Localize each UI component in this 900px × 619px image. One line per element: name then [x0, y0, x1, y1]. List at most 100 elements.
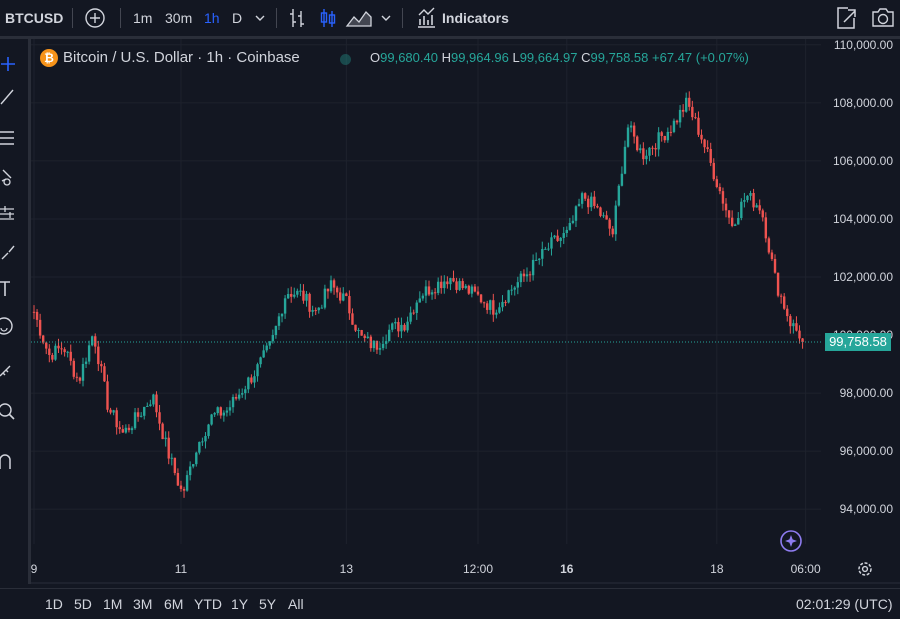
price-tick-label: 98,000.00: [840, 386, 894, 400]
utc-clock[interactable]: 02:01:29 (UTC): [796, 589, 892, 616]
candle-body: [801, 338, 804, 343]
candle-body: [146, 405, 149, 407]
candle-body: [712, 162, 715, 180]
change-value: +67.47 (+0.07%): [652, 50, 749, 65]
candle-body: [277, 316, 281, 326]
interval-1h[interactable]: 1h: [204, 0, 220, 36]
candle-body: [642, 148, 645, 160]
interval-1m[interactable]: 1m: [133, 0, 152, 36]
price-tick-label: 94,000.00: [840, 502, 894, 516]
compare-add-icon[interactable]: [84, 0, 106, 36]
range-5y[interactable]: 5Y: [259, 589, 276, 616]
candle-body: [427, 286, 431, 295]
range-1y[interactable]: 1Y: [231, 589, 248, 616]
candle-body: [210, 414, 213, 425]
price-chart[interactable]: 94,000.0096,000.0098,000.00100,000.00102…: [31, 39, 900, 588]
candle-body: [449, 278, 452, 285]
candle-body: [703, 139, 706, 148]
candle-body: [66, 351, 69, 353]
candle-body: [559, 237, 562, 241]
candle-body: [103, 366, 106, 382]
range-3m[interactable]: 3M: [133, 589, 152, 616]
toolbar-divider: [120, 8, 121, 28]
candle-body: [228, 407, 232, 411]
interval-30m[interactable]: 30m: [165, 0, 192, 36]
candle-body: [681, 109, 685, 112]
candle-body: [283, 298, 287, 314]
candle-body: [467, 285, 471, 294]
range-1m[interactable]: 1M: [103, 589, 122, 616]
candle-body: [286, 294, 290, 299]
candle-body: [207, 424, 210, 437]
bar-style-icon[interactable]: [287, 0, 307, 36]
candle-body: [688, 97, 691, 107]
brush-icon[interactable]: [0, 165, 16, 187]
ruler-icon[interactable]: [0, 361, 16, 383]
price-tick-label: 96,000.00: [840, 444, 894, 458]
brush-tool-icon[interactable]: [0, 241, 16, 263]
zoom-in-icon[interactable]: [0, 401, 16, 423]
candle-body: [685, 97, 688, 112]
candle-body: [782, 296, 786, 309]
candle-body: [222, 412, 226, 416]
candle-body: [136, 412, 140, 417]
candle-body: [482, 302, 486, 304]
candle-body: [342, 293, 345, 301]
time-tick-label: 9: [31, 562, 38, 576]
range-all[interactable]: All: [288, 589, 304, 616]
candle-body: [296, 290, 299, 295]
candle-body: [522, 273, 526, 277]
candle-body: [718, 186, 722, 192]
candle-body: [568, 223, 572, 230]
interval-d[interactable]: D: [232, 0, 242, 36]
time-axis: 9 11 13 12:00 16 18 06:00: [31, 562, 821, 576]
emoji-icon[interactable]: [0, 315, 16, 337]
candle-body: [626, 127, 630, 147]
candle-body: [547, 248, 550, 250]
candle-body: [170, 457, 173, 459]
candle-body: [185, 475, 189, 491]
market-status-icon[interactable]: [340, 54, 351, 65]
sparkle-assistant-icon[interactable]: [780, 530, 802, 552]
candle-body: [198, 441, 201, 453]
fib-retracement-icon[interactable]: [0, 127, 16, 149]
time-tick-label: 18: [710, 562, 724, 576]
candle-body: [87, 345, 91, 362]
indicators-button[interactable]: Indicators: [442, 0, 509, 36]
candle-body: [660, 132, 663, 136]
candles-style-icon[interactable]: [318, 0, 338, 36]
candle-body: [155, 394, 158, 413]
candle-body: [424, 286, 428, 296]
trend-line-icon[interactable]: [0, 85, 16, 107]
range-6m[interactable]: 6M: [164, 589, 183, 616]
candle-body: [617, 185, 621, 206]
symbol-search[interactable]: BTCUSD: [5, 0, 63, 36]
chart-style-chevron-down-icon[interactable]: [379, 0, 393, 36]
range-5d[interactable]: 5D: [74, 589, 92, 616]
candle-body: [495, 312, 498, 315]
candle-body: [666, 131, 670, 141]
candle-body: [510, 289, 513, 291]
interval-chevron-down-icon[interactable]: [253, 0, 267, 36]
candle-body: [706, 147, 709, 150]
patterns-icon[interactable]: [0, 203, 16, 225]
area-style-icon[interactable]: [345, 0, 373, 36]
candle-body: [293, 294, 296, 297]
candle-body: [531, 259, 535, 276]
price-tick-label: 110,000.00: [834, 39, 893, 52]
magnet-icon[interactable]: [0, 451, 16, 473]
chart-settings-gear-icon[interactable]: [856, 560, 874, 578]
candle-body: [489, 300, 492, 310]
publish-icon[interactable]: [834, 0, 858, 36]
candle-body: [773, 258, 777, 273]
range-ytd[interactable]: YTD: [194, 589, 222, 616]
candle-body: [161, 423, 164, 440]
camera-icon[interactable]: [870, 0, 896, 36]
range-1d[interactable]: 1D: [45, 589, 63, 616]
text-tool-icon[interactable]: [0, 277, 16, 299]
indicators-icon[interactable]: [415, 0, 437, 36]
legend-title[interactable]: Bitcoin / U.S. Dollar · 1h · Coinbase: [63, 49, 300, 66]
candle-body: [299, 290, 302, 292]
candle-body: [234, 397, 238, 399]
crosshair-icon[interactable]: [0, 53, 16, 75]
